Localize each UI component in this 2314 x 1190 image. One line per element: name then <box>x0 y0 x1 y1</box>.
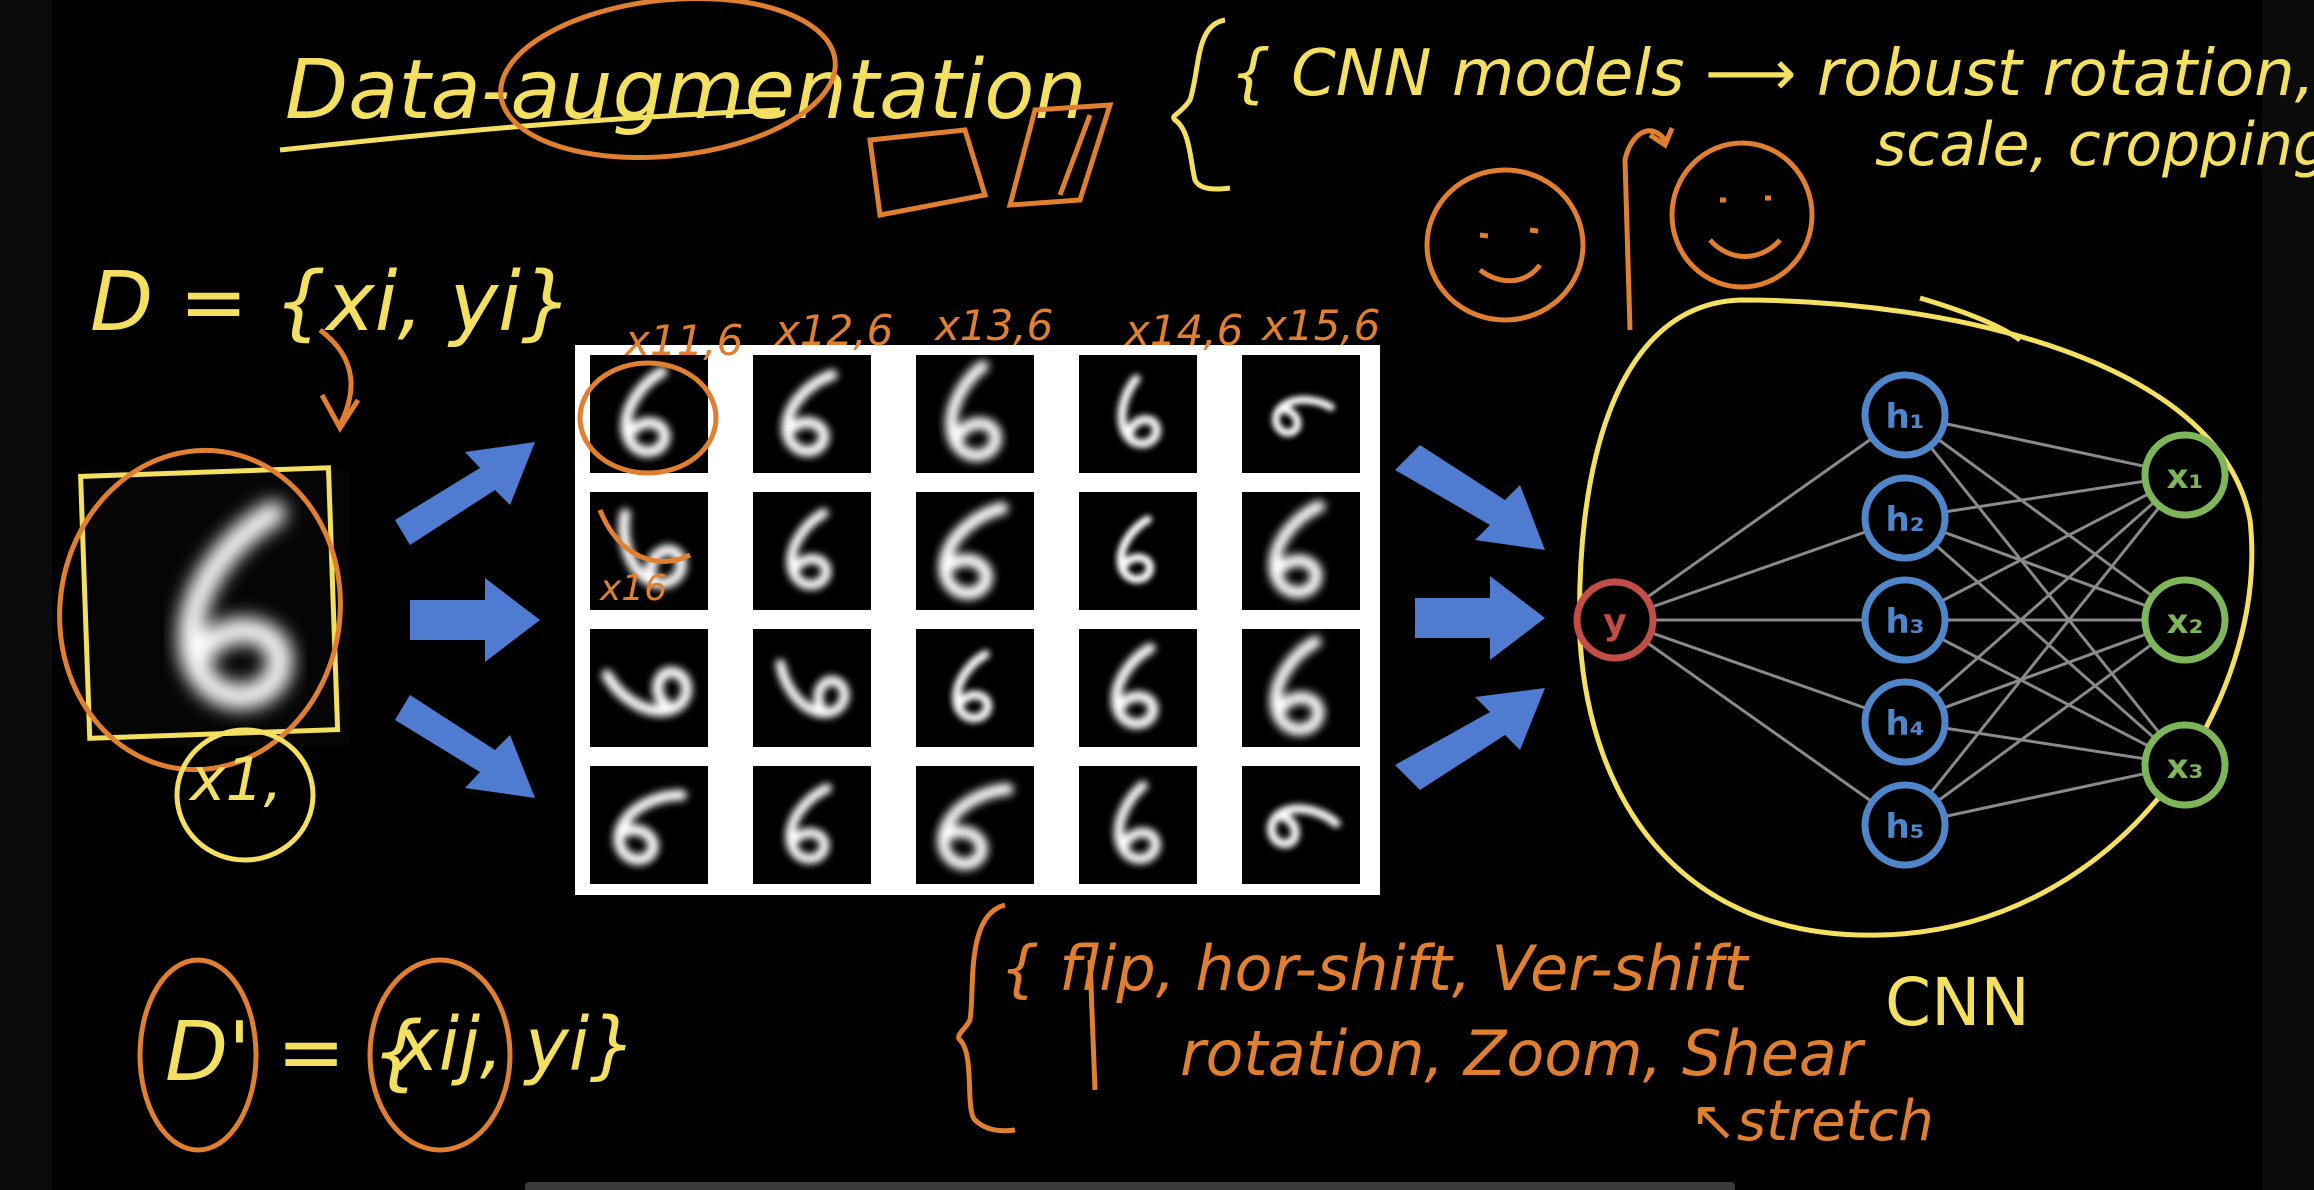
hidden-node-2: h₂ <box>1861 474 1949 562</box>
col-label-4: x14,6 <box>1123 306 1243 355</box>
output-node-1: x₁ <box>2141 431 2229 519</box>
augmented-grid <box>575 345 1380 895</box>
hidden-node-1: h₁ <box>1861 371 1949 459</box>
output-node-2-label: x₂ <box>2167 602 2204 642</box>
output-nodes: x₁ x₂ x₃ <box>2141 431 2229 809</box>
output-node-3-label: x₃ <box>2167 747 2204 787</box>
hidden-node-4-label: h₄ <box>1885 704 1924 744</box>
col-label-2: x12,6 <box>773 306 893 355</box>
output-node-3: x₃ <box>2141 721 2229 809</box>
augmented-cell <box>1079 492 1197 610</box>
augmented-cell <box>916 355 1034 473</box>
network-edge <box>1904 618 2186 724</box>
network-edge <box>1614 413 1906 622</box>
whiteboard-canvas: Data-augmentation D = {xi, yi} x1, x11,6… <box>0 0 2314 1190</box>
hidden-node-2-label: h₂ <box>1885 500 1924 540</box>
whiteboard-drawing: Data-augmentation D = {xi, yi} x1, x11,6… <box>0 0 2314 1190</box>
hidden-node-3: h₃ <box>1861 576 1949 664</box>
aug-dataset-x: xij, <box>393 1002 503 1088</box>
hidden-node-4: h₄ <box>1861 678 1949 766</box>
network-edge <box>1614 618 1906 724</box>
output-node-1-label: x₁ <box>2167 457 2204 497</box>
input-node-label: y <box>1603 602 1626 643</box>
stretch-note: ↖stretch <box>1690 1089 1934 1154</box>
augmented-cell <box>916 492 1034 610</box>
network-edge <box>1904 516 2186 622</box>
title-text: Data-augmentation <box>285 43 1086 138</box>
augment-list-line-2: rotation, Zoom, Shear <box>1180 1017 1866 1090</box>
cnn-models-text-cont: scale, cropping <box>1875 110 2314 180</box>
output-arrows <box>1395 445 1545 790</box>
augmented-cell <box>1079 629 1197 747</box>
cnn-models-text: { CNN models ⟶ robust rotation, <box>1230 37 2314 111</box>
augmented-cell <box>1242 492 1360 610</box>
augmented-cell <box>1079 355 1197 473</box>
hidden-node-3-label: h₃ <box>1885 602 1924 642</box>
augmented-cell <box>753 355 871 473</box>
player-bottom-bar <box>525 1182 1735 1190</box>
augmented-cell <box>590 629 708 747</box>
row2-label: x16 <box>599 568 667 609</box>
hidden-node-5: h₅ <box>1861 781 1949 869</box>
augmented-dataset-notation: D' = { xij, yi} <box>137 957 636 1153</box>
augmented-cell <box>1079 766 1197 884</box>
network-edge <box>1614 618 1906 827</box>
network-edge <box>1614 516 1906 622</box>
input-node: y <box>1573 578 1657 662</box>
col-label-5: x15,6 <box>1260 301 1380 350</box>
hidden-node-1-label: h₁ <box>1885 397 1924 437</box>
input-arrows <box>395 442 540 798</box>
sample-label: x1, <box>188 745 283 815</box>
col-label-3: x13,6 <box>933 301 1053 350</box>
augmented-cell <box>916 629 1034 747</box>
augmented-cell <box>1242 355 1360 473</box>
augment-list-line-1: { flip, hor-shift, Ver-shift <box>1000 932 1750 1005</box>
cnn-label: CNN <box>1885 964 2030 1041</box>
left-margin <box>0 0 52 1190</box>
output-node-2: x₂ <box>2141 576 2229 664</box>
augmented-cell <box>916 766 1034 884</box>
augmented-cell <box>590 766 708 884</box>
dataset-notation: D = {xi, yi} <box>90 255 573 350</box>
original-digit-image <box>57 447 350 773</box>
augmented-cell <box>753 492 871 610</box>
hidden-node-5-label: h₅ <box>1885 807 1924 847</box>
aug-dataset-prefix: D' = { <box>165 1005 424 1100</box>
aug-dataset-y: yi} <box>523 1002 636 1088</box>
brace-cnn <box>1171 17 1231 192</box>
augmented-cell <box>753 629 871 747</box>
col-label-1: x11,6 <box>623 316 743 365</box>
augmented-cell <box>1242 766 1360 884</box>
augmented-cell <box>753 766 871 884</box>
augmented-cell <box>1242 629 1360 747</box>
